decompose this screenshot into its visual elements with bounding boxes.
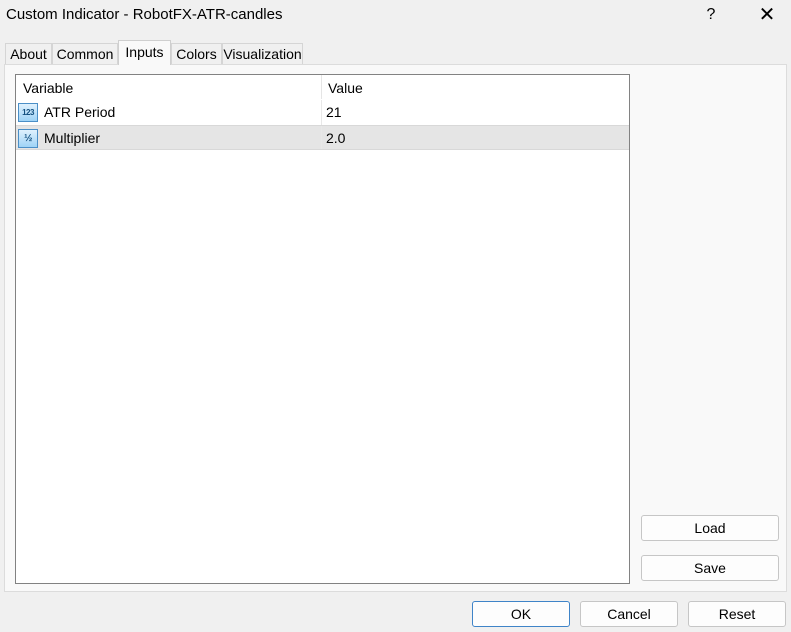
table-row[interactable]: 123 ATR Period 21	[16, 100, 629, 125]
column-divider[interactable]	[321, 75, 322, 99]
reset-button[interactable]: Reset	[688, 601, 786, 627]
integer-icon: 123	[18, 103, 38, 122]
tab-colors[interactable]: Colors	[171, 43, 222, 64]
inputs-table[interactable]: Variable Value 123 ATR Period 21 ½ Multi…	[15, 74, 630, 584]
title-bar: Custom Indicator - RobotFX-ATR-candles ?…	[0, 0, 791, 32]
close-button[interactable]: ✕	[756, 4, 778, 26]
tab-common[interactable]: Common	[52, 43, 118, 64]
save-button[interactable]: Save	[641, 555, 779, 581]
table-header: Variable Value	[16, 75, 629, 101]
tab-about[interactable]: About	[5, 43, 52, 64]
variable-value[interactable]: 21	[326, 104, 342, 120]
window-title: Custom Indicator - RobotFX-ATR-candles	[6, 6, 283, 23]
ok-button[interactable]: OK	[472, 601, 570, 627]
load-button[interactable]: Load	[641, 515, 779, 541]
fraction-icon: ½	[18, 129, 38, 148]
cell-divider	[321, 100, 322, 125]
variable-name: ATR Period	[44, 104, 116, 120]
variable-value[interactable]: 2.0	[326, 130, 345, 146]
cancel-button[interactable]: Cancel	[580, 601, 678, 627]
variable-name: Multiplier	[44, 130, 101, 146]
table-row[interactable]: ½ Multiplier 2.0	[16, 125, 629, 150]
tab-visualization[interactable]: Visualization	[222, 43, 303, 64]
help-button[interactable]: ?	[700, 4, 722, 26]
column-header-value[interactable]: Value	[328, 80, 363, 96]
column-header-variable[interactable]: Variable	[23, 80, 73, 96]
cell-divider	[321, 126, 322, 149]
tab-inputs[interactable]: Inputs	[118, 40, 171, 65]
